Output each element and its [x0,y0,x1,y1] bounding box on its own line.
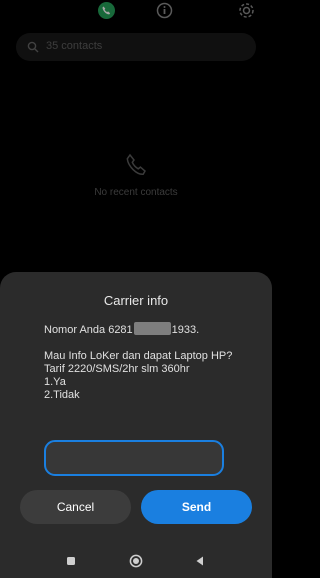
circle-home-icon[interactable] [129,554,143,568]
square-icon[interactable] [64,554,78,568]
number-line: Nomor Anda 6281 1933. [44,322,240,337]
number-suffix: 1933. [171,324,200,336]
reply-input[interactable] [44,440,224,476]
number-prefix: Nomor Anda 6281 [44,324,133,336]
ussd-message: Nomor Anda 6281 1933. Mau Info LoKer dan … [44,322,240,402]
system-nav-bar [0,548,272,578]
dialog-title: Carrier info [103,293,169,308]
triangle-back-icon[interactable] [193,554,207,568]
option-1: 1.Ya [44,376,66,388]
option-2: 2.Tidak [44,389,80,401]
send-button[interactable]: Send [141,490,252,524]
carrier-info-dialog: Carrier info Nomor Anda 6281 1933. Mau In… [0,272,272,578]
redacted-digits [133,322,171,335]
cancel-button[interactable]: Cancel [20,490,131,524]
message-body: Mau Info LoKer dan dapat Laptop HP? Tari… [44,350,233,375]
